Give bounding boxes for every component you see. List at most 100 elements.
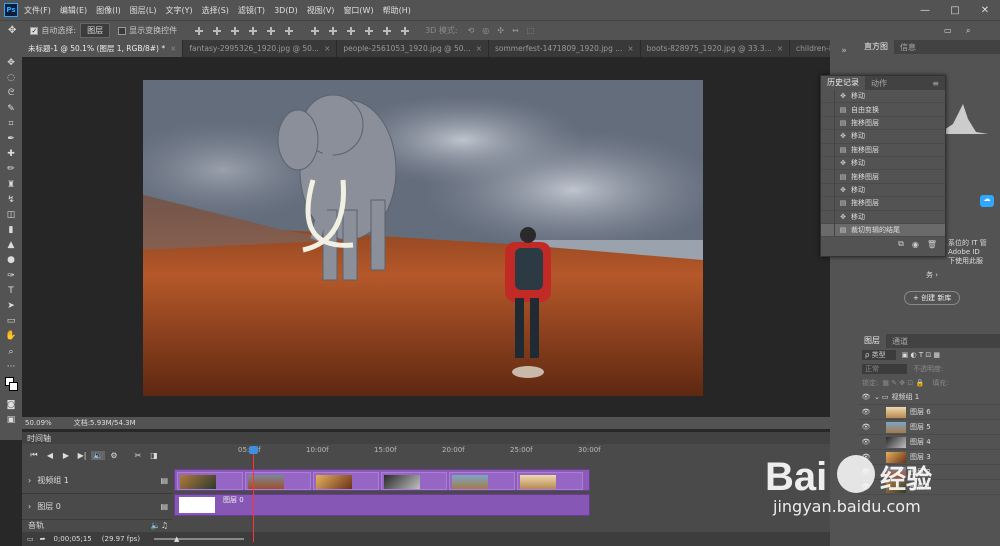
- video-clip[interactable]: [177, 472, 243, 490]
- eye-icon[interactable]: 👁: [858, 438, 874, 446]
- new-document-icon[interactable]: ⧉: [898, 239, 904, 249]
- video-clip[interactable]: [381, 472, 447, 490]
- eye-icon[interactable]: 👁: [858, 423, 874, 431]
- audio-track[interactable]: 音轨 🔈♫: [22, 518, 172, 532]
- playhead-marker[interactable]: [249, 446, 258, 542]
- layer-row[interactable]: 👁 图层 4: [858, 435, 1000, 450]
- align-bottom-icon[interactable]: [229, 25, 242, 36]
- history-item[interactable]: ✥ 移动: [821, 129, 945, 144]
- opacity-label[interactable]: 不透明度:: [913, 364, 943, 374]
- panel-menu-icon[interactable]: ≡: [926, 79, 945, 88]
- tab-document-1[interactable]: 未标题-1 @ 50.1% (图层 1, RGB/8#) * ×: [22, 40, 184, 57]
- search-icon[interactable]: ⌕: [966, 26, 970, 36]
- screen-mode-icon[interactable]: ▣: [4, 413, 18, 427]
- track-layer-0[interactable]: › 图层 0 ▤: [22, 494, 172, 520]
- tab-document-3[interactable]: people-2561053_1920.jpg @ 50... ×: [337, 40, 489, 57]
- close-icon[interactable]: ×: [627, 44, 633, 53]
- play-icon[interactable]: ▶: [59, 451, 73, 460]
- close-icon[interactable]: ×: [324, 44, 330, 53]
- hand-tool-icon[interactable]: ✋: [4, 329, 18, 343]
- tab-document-5[interactable]: boots-828975_1920.jpg @ 33.3... ×: [641, 40, 791, 57]
- show-transform-checkbox[interactable]: [118, 26, 127, 35]
- move-tool-icon[interactable]: ✥: [4, 56, 18, 70]
- history-item[interactable]: ✥ 移动: [821, 183, 945, 198]
- distribute-left-icon[interactable]: [363, 25, 376, 36]
- brush-tool-icon[interactable]: ✏: [4, 162, 18, 176]
- settings-gear-icon[interactable]: ⚙: [107, 451, 121, 460]
- more-tools-icon[interactable]: ···: [4, 360, 18, 374]
- close-button[interactable]: ✕: [970, 0, 1000, 20]
- video-clip[interactable]: [245, 472, 311, 490]
- tab-history[interactable]: 历史记录: [821, 76, 865, 90]
- menu-3d[interactable]: 3D(D): [274, 6, 298, 15]
- snapshot-camera-icon[interactable]: ◉: [912, 240, 919, 249]
- timeline-title[interactable]: 时间轴: [27, 433, 51, 444]
- history-item[interactable]: ✥ 移动: [821, 156, 945, 171]
- eye-icon[interactable]: 👁: [858, 393, 874, 401]
- tab-document-2[interactable]: fantasy-2995326_1920.jpg @ 50... ×: [183, 40, 338, 57]
- history-item[interactable]: ▤ 拖移图层: [821, 116, 945, 131]
- menu-edit[interactable]: 编辑(E): [60, 5, 87, 16]
- tab-document-4[interactable]: sommerfest-1471809_1920.jpg ... ×: [489, 40, 641, 57]
- collapse-icon[interactable]: »: [830, 46, 858, 56]
- auto-select-dropdown[interactable]: 图层: [80, 23, 111, 38]
- align-left-icon[interactable]: [247, 25, 260, 36]
- menu-layer[interactable]: 图层(L): [130, 5, 157, 16]
- menu-select[interactable]: 选择(S): [202, 5, 229, 16]
- render-icon[interactable]: ➦: [40, 535, 46, 543]
- align-top-icon[interactable]: [193, 25, 206, 36]
- chevron-right-icon[interactable]: ›: [28, 476, 31, 485]
- distribute-right-icon[interactable]: [399, 25, 412, 36]
- convert-frame-icon[interactable]: ▭: [27, 535, 34, 543]
- chevron-right-icon[interactable]: ›: [28, 502, 31, 511]
- pan-3d-icon[interactable]: ✣: [497, 26, 504, 35]
- film-icon[interactable]: ▤: [160, 502, 168, 511]
- lock-icons[interactable]: ▦ ✎ ✥ ⊡ 🔒: [882, 379, 924, 387]
- color-swatches-icon[interactable]: [4, 375, 18, 397]
- kind-filter-select[interactable]: ρ 类型: [862, 350, 896, 360]
- document-canvas-image[interactable]: [143, 80, 703, 396]
- distribute-top-icon[interactable]: [309, 25, 322, 36]
- lasso-tool-icon[interactable]: ᘓ: [4, 86, 18, 100]
- path-select-tool-icon[interactable]: ➤: [4, 299, 18, 313]
- chevron-down-icon[interactable]: ⌄: [874, 393, 880, 401]
- split-scissors-icon[interactable]: ✂: [131, 451, 145, 460]
- healing-tool-icon[interactable]: ✚: [4, 147, 18, 161]
- video-clip[interactable]: [517, 472, 583, 490]
- menu-help[interactable]: 帮助(H): [383, 5, 411, 16]
- history-brush-tool-icon[interactable]: ↯: [4, 193, 18, 207]
- marquee-tool-icon[interactable]: ◌: [4, 71, 18, 85]
- history-item-selected[interactable]: ▤ 裁切剪辑的结尾: [821, 223, 945, 238]
- roll-3d-icon[interactable]: ◎: [482, 26, 489, 35]
- eye-icon[interactable]: 👁: [858, 408, 874, 416]
- orbit-3d-icon[interactable]: ⟲: [468, 26, 475, 35]
- timeline-ruler[interactable]: 05:00f 10:00f 15:00f 20:00f 25:00f 30:00…: [174, 444, 601, 466]
- gradient-tool-icon[interactable]: ▮: [4, 223, 18, 237]
- menu-view[interactable]: 视图(V): [307, 5, 335, 16]
- crop-tool-icon[interactable]: ⌗: [4, 117, 18, 131]
- distribute-bottom-icon[interactable]: [345, 25, 358, 36]
- tab-actions[interactable]: 动作: [865, 78, 893, 89]
- menu-file[interactable]: 文件(F): [24, 5, 51, 16]
- menu-type[interactable]: 文字(Y): [165, 5, 192, 16]
- close-icon[interactable]: ×: [170, 44, 176, 53]
- tab-info[interactable]: 信息: [894, 42, 922, 53]
- stamp-tool-icon[interactable]: ♜: [4, 178, 18, 192]
- tab-layers[interactable]: 图层: [858, 334, 886, 348]
- layer-row[interactable]: 👁 图层 5: [858, 420, 1000, 435]
- trash-icon[interactable]: 🗑: [927, 240, 937, 249]
- eyedropper-tool-icon[interactable]: ✒: [4, 132, 18, 146]
- distribute-hcenter-icon[interactable]: [381, 25, 394, 36]
- video-clip[interactable]: [449, 472, 515, 490]
- align-right-icon[interactable]: [283, 25, 296, 36]
- audio-icon[interactable]: 🔈♫: [151, 521, 168, 530]
- minimize-button[interactable]: —: [910, 0, 940, 20]
- align-vcenter-icon[interactable]: [211, 25, 224, 36]
- close-icon[interactable]: ×: [777, 44, 783, 53]
- quick-mask-icon[interactable]: ◙: [4, 398, 18, 412]
- auto-select-checkbox[interactable]: ✓: [30, 26, 39, 35]
- quick-select-tool-icon[interactable]: ✎: [4, 102, 18, 116]
- history-item[interactable]: ✥ 移动: [821, 210, 945, 224]
- type-tool-icon[interactable]: T: [4, 284, 18, 298]
- video-group-clips[interactable]: [174, 469, 590, 491]
